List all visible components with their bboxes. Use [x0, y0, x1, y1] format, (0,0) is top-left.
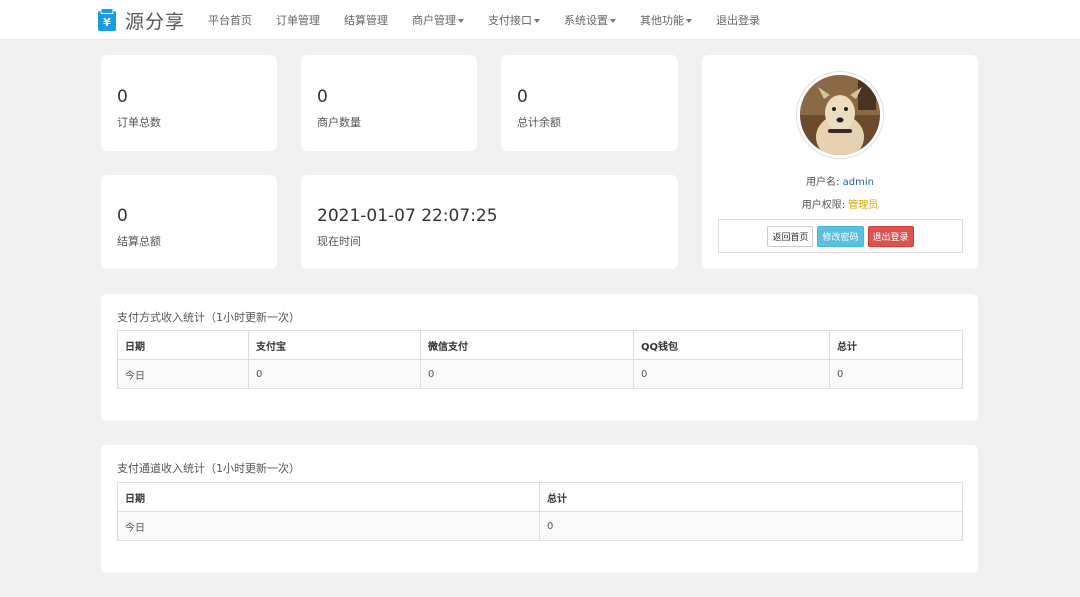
profile-card: 用户名: admin 用户权限: 管理员 返回首页 修改密码 退出登录 — [702, 55, 978, 269]
nav-label: 结算管理 — [344, 14, 388, 27]
caret-down-icon — [458, 19, 464, 23]
stat-value: 0 — [517, 87, 528, 107]
nav-item-home[interactable]: 平台首页 — [208, 12, 252, 28]
wallet-icon: ¥ — [98, 8, 116, 31]
nav-item-orders[interactable]: 订单管理 — [276, 12, 320, 28]
channel-table: 日期 总计 今日 0 — [117, 482, 963, 541]
nav-label: 平台首页 — [208, 14, 252, 27]
svg-text:¥: ¥ — [103, 16, 111, 29]
nav-label: 商户管理 — [412, 14, 456, 27]
stat-card-time: 2021-01-07 22:07:25 现在时间 — [301, 175, 678, 269]
role-value: 管理员 — [848, 200, 879, 211]
username-label: 用户名: — [806, 177, 840, 188]
table-row: 今日 0 — [117, 511, 963, 541]
channel-panel: 支付通道收入统计（1小时更新一次） 日期 总计 今日 0 — [101, 445, 978, 573]
nav-label: 退出登录 — [716, 14, 760, 27]
stat-label: 订单总数 — [117, 116, 161, 129]
role-line: 用户权限: 管理员 — [702, 196, 978, 211]
table-cell: 0 — [633, 359, 830, 389]
caret-down-icon — [686, 19, 692, 23]
nav-item-merchants[interactable]: 商户管理 — [412, 12, 464, 28]
stat-value: 0 — [117, 87, 128, 107]
nav-label: 订单管理 — [276, 14, 320, 27]
username-value: admin — [842, 177, 874, 188]
username-line: 用户名: admin — [702, 173, 978, 188]
stat-value: 0 — [317, 87, 328, 107]
column-header: 微信支付 — [420, 330, 634, 360]
caret-down-icon — [610, 19, 616, 23]
nav-item-settlement[interactable]: 结算管理 — [344, 12, 388, 28]
nav-label: 系统设置 — [564, 14, 608, 27]
nav-item-logout[interactable]: 退出登录 — [716, 12, 760, 28]
payment-method-panel: 支付方式收入统计（1小时更新一次） 日期 支付宝 微信支付 QQ钱包 总计 今日… — [101, 294, 978, 421]
top-navbar: ¥ 源分享 平台首页 订单管理 结算管理 商户管理 支付接口 系统设置 其他功能… — [0, 0, 1080, 40]
current-time: 2021-01-07 22:07:25 — [317, 206, 498, 226]
stat-label: 商户数量 — [317, 116, 361, 129]
caret-down-icon — [534, 19, 540, 23]
table-header-row: 日期 支付宝 微信支付 QQ钱包 总计 — [117, 330, 963, 360]
brand-name: 源分享 — [125, 10, 186, 33]
nav-item-payment-api[interactable]: 支付接口 — [488, 12, 540, 28]
stat-label: 结算总额 — [117, 235, 161, 248]
avatar — [797, 72, 883, 158]
stat-card-settlement: 0 结算总额 — [101, 175, 277, 269]
stat-card-merchants: 0 商户数量 — [301, 55, 477, 151]
table-cell: 今日 — [117, 359, 249, 389]
nav-item-other[interactable]: 其他功能 — [640, 12, 692, 28]
column-header: QQ钱包 — [633, 330, 830, 360]
home-button[interactable]: 返回首页 — [767, 225, 814, 247]
brand[interactable]: ¥ 源分享 — [97, 7, 185, 33]
nav-item-settings[interactable]: 系统设置 — [564, 12, 616, 28]
column-header: 总计 — [829, 330, 963, 360]
column-header: 日期 — [117, 482, 540, 512]
stat-label: 总计余额 — [517, 116, 561, 129]
payment-method-table: 日期 支付宝 微信支付 QQ钱包 总计 今日 0 0 0 0 — [117, 330, 963, 389]
stat-label: 现在时间 — [317, 235, 361, 248]
table-header-row: 日期 总计 — [117, 482, 963, 512]
stat-value: 0 — [117, 206, 128, 226]
column-header: 支付宝 — [248, 330, 421, 360]
stat-card-balance: 0 总计余额 — [501, 55, 678, 151]
column-header: 总计 — [539, 482, 963, 512]
change-password-button[interactable]: 修改密码 — [817, 225, 864, 247]
nav-label: 其他功能 — [640, 14, 684, 27]
table-cell: 今日 — [117, 511, 540, 541]
profile-actions: 返回首页 修改密码 退出登录 — [718, 219, 963, 253]
role-label: 用户权限: — [801, 200, 846, 211]
table-cell: 0 — [420, 359, 634, 389]
dog-avatar-icon — [800, 75, 880, 155]
main-nav: 平台首页 订单管理 结算管理 商户管理 支付接口 系统设置 其他功能 退出登录 — [208, 0, 784, 40]
panel-title: 支付通道收入统计（1小时更新一次） — [117, 462, 300, 475]
nav-label: 支付接口 — [488, 14, 532, 27]
table-cell: 0 — [539, 511, 963, 541]
column-header: 日期 — [117, 330, 249, 360]
table-row: 今日 0 0 0 0 — [117, 359, 963, 389]
table-cell: 0 — [248, 359, 421, 389]
table-cell: 0 — [829, 359, 963, 389]
logout-button[interactable]: 退出登录 — [867, 225, 914, 247]
stat-card-orders: 0 订单总数 — [101, 55, 277, 151]
panel-title: 支付方式收入统计（1小时更新一次） — [117, 311, 300, 324]
